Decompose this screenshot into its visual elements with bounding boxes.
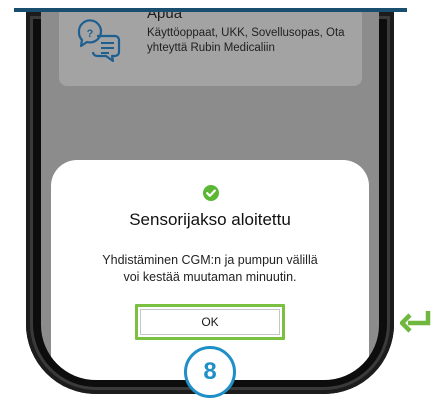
dialog-message: Yhdistäminen CGM:n ja pumpun välillä voi… <box>51 252 369 286</box>
ok-button-highlight: OK <box>135 304 285 340</box>
enter-return-icon <box>400 311 431 333</box>
phone-screen: ? Apua Käyttöoppaat, UKK, Sovellusopas, … <box>41 12 379 380</box>
help-description: Käyttöoppaat, UKK, Sovellusopas, Ota yht… <box>147 27 345 54</box>
ok-button[interactable]: OK <box>140 309 280 335</box>
chat-help-icon: ? <box>77 19 121 62</box>
step-number-badge: 8 <box>184 346 236 398</box>
check-circle-icon <box>203 185 219 201</box>
dialog-message-line-1: Yhdistäminen CGM:n ja pumpun välillä <box>102 253 318 267</box>
svg-text:?: ? <box>87 28 94 40</box>
dialog-title: Sensorijakso aloitettu <box>129 210 291 229</box>
help-title: Apua <box>147 12 183 22</box>
help-menu-item[interactable]: ? Apua Käyttöoppaat, UKK, Sovellusopas, … <box>59 12 362 86</box>
dialog-message-line-2: voi kestää muutaman minuutin. <box>123 270 297 284</box>
